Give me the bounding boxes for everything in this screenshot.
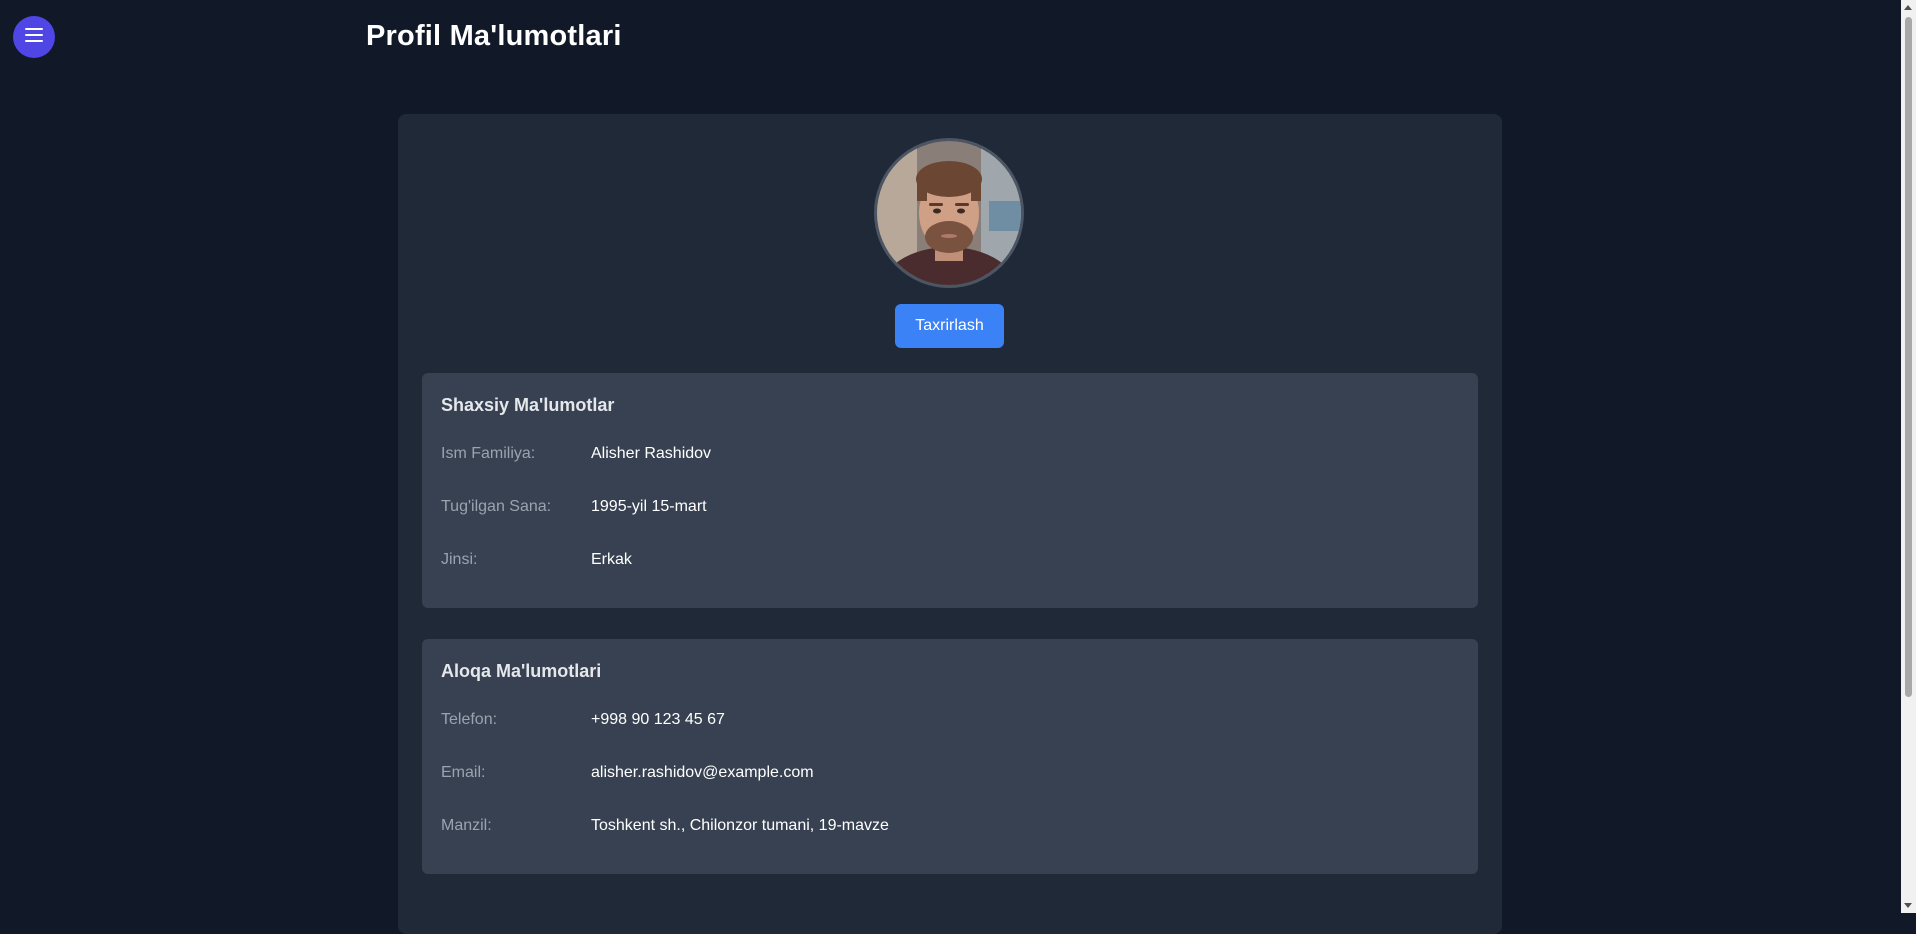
personal-info-section: Shaxsiy Ma'lumotlar Ism Familiya: Alishe… — [422, 373, 1478, 608]
label-email: Email: — [441, 764, 486, 781]
section-title-personal: Shaxsiy Ma'lumotlar — [441, 395, 615, 415]
scroll-down-arrow-icon[interactable] — [1904, 903, 1912, 908]
label-full-name: Ism Familiya: — [441, 445, 536, 462]
section-title-contact: Aloqa Ma'lumotlari — [441, 661, 602, 681]
avatar-image — [877, 141, 1021, 285]
edit-profile-button[interactable]: Taxrirlash — [895, 304, 1004, 348]
menu-button[interactable] — [13, 16, 55, 58]
value-phone: +998 90 123 45 67 — [591, 711, 725, 728]
scroll-thumb[interactable] — [1905, 17, 1912, 697]
contact-info-section: Aloqa Ma'lumotlari Telefon: +998 90 123 … — [422, 639, 1478, 874]
label-address: Manzil: — [441, 817, 492, 834]
hamburger-menu-icon — [25, 27, 43, 47]
label-phone: Telefon: — [441, 711, 498, 728]
value-email: alisher.rashidov@example.com — [591, 764, 814, 781]
page-scrollbar[interactable] — [1901, 0, 1916, 913]
page-title: Profil Ma'lumotlari — [366, 20, 622, 52]
value-gender: Erkak — [591, 551, 632, 568]
value-birth-date: 1995-yil 15-mart — [591, 498, 707, 515]
scroll-up-arrow-icon[interactable] — [1904, 5, 1912, 10]
value-full-name: Alisher Rashidov — [591, 445, 712, 462]
label-birth-date: Tug'ilgan Sana: — [441, 498, 552, 515]
avatar — [874, 138, 1024, 288]
label-gender: Jinsi: — [441, 551, 478, 568]
value-address: Toshkent sh., Chilonzor tumani, 19-mavze — [591, 817, 889, 834]
profile-card: Taxrirlash Shaxsiy Ma'lumotlar Ism Famil… — [398, 114, 1502, 934]
